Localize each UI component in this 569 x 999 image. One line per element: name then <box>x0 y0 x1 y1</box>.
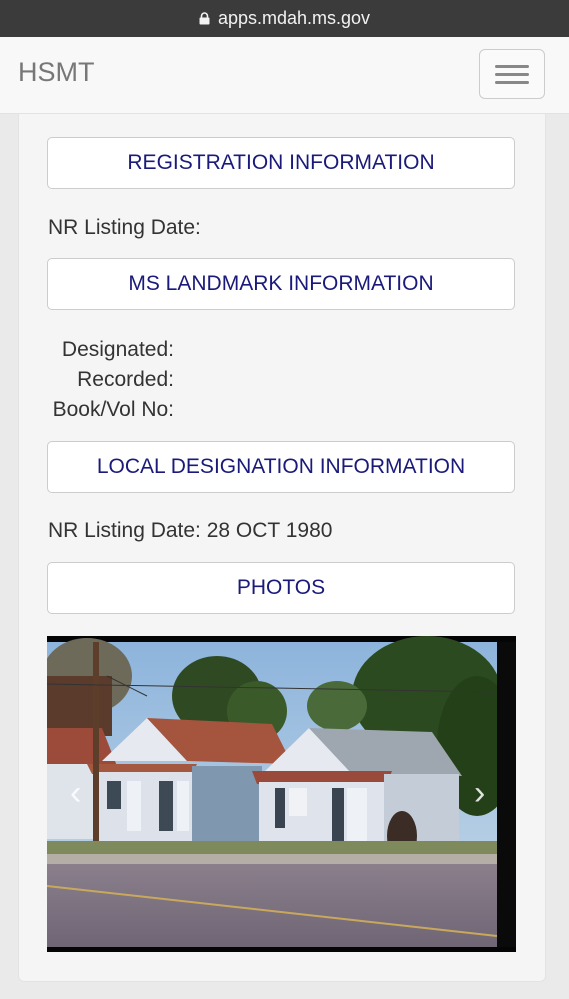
navbar: HSMT <box>0 37 569 114</box>
photo-carousel[interactable] <box>47 636 516 952</box>
lock-icon <box>199 12 210 25</box>
book-vol-label: Book/Vol No: <box>52 398 174 421</box>
recorded-label: Recorded: <box>77 368 174 391</box>
registration-information-button[interactable]: REGISTRATION INFORMATION <box>47 137 515 189</box>
carousel-prev-icon[interactable]: ‹ <box>70 774 81 813</box>
carousel-next-icon[interactable]: › <box>474 774 485 813</box>
local-nr-listing-date: NR Listing Date: 28 OCT 1980 <box>48 519 333 542</box>
browser-url: apps.mdah.ms.gov <box>217 8 371 28</box>
local-designation-information-button[interactable]: LOCAL DESIGNATION INFORMATION <box>47 441 515 493</box>
photos-button[interactable]: PHOTOS <box>47 562 515 614</box>
nr-listing-label: NR Listing Date: <box>48 216 201 239</box>
designated-label: Designated: <box>61 338 174 361</box>
ms-landmark-information-button[interactable]: MS LANDMARK INFORMATION <box>47 258 515 310</box>
browser-address-bar[interactable]: apps.mdah.ms.gov <box>0 0 569 37</box>
house-photo <box>47 636 516 952</box>
menu-toggle-button[interactable] <box>479 49 545 99</box>
brand-link[interactable]: HSMT <box>18 57 95 88</box>
